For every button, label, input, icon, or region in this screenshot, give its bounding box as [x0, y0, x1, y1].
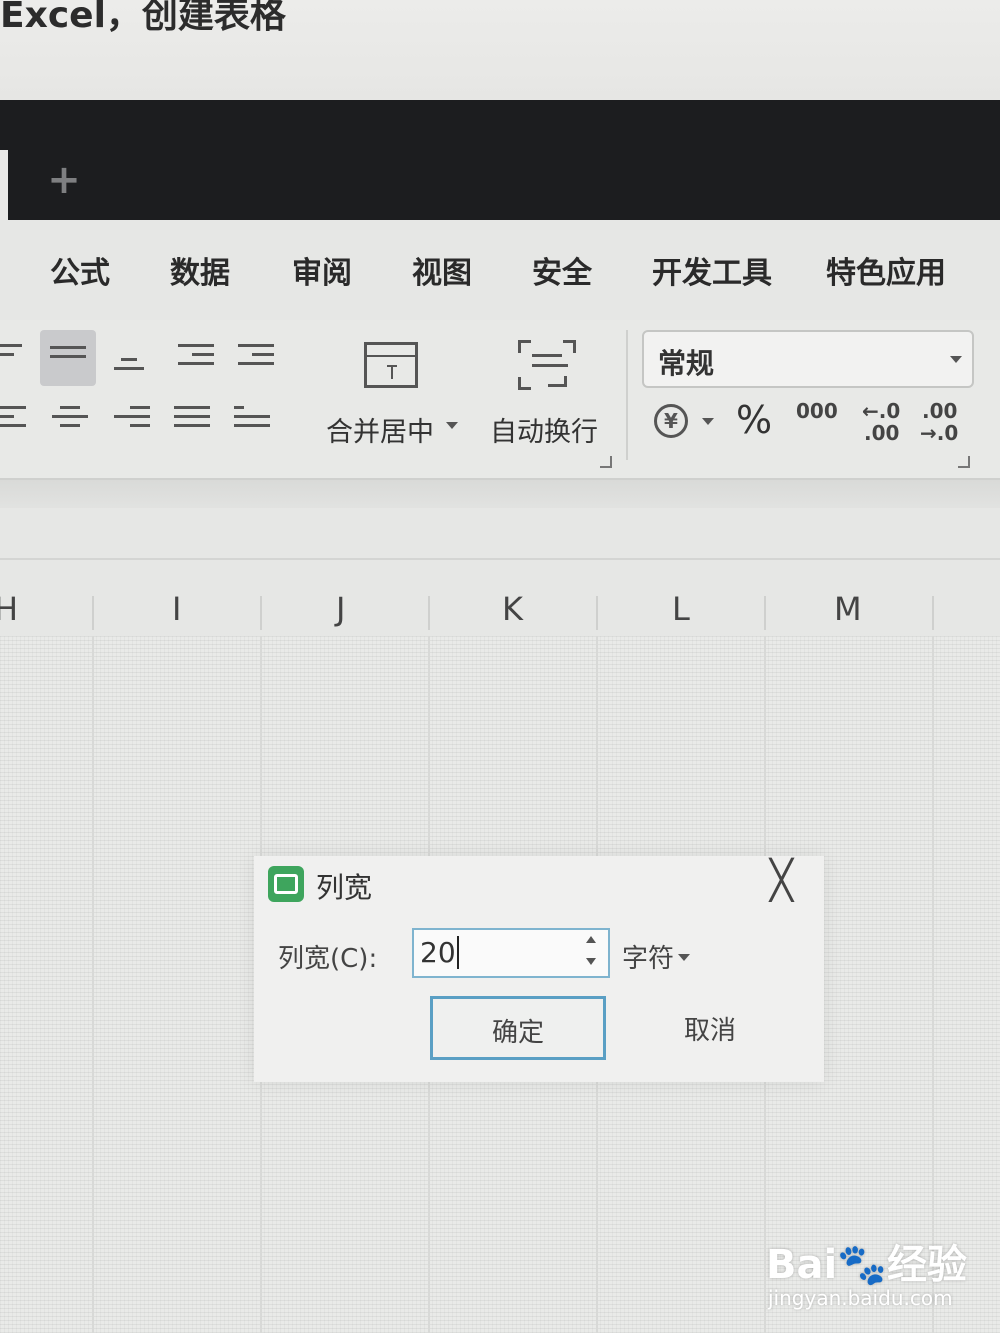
merge-center-icon[interactable] [364, 342, 418, 388]
column-separator[interactable] [260, 596, 262, 630]
tab-security[interactable]: 安全 [532, 248, 592, 292]
number-format-value: 常规 [658, 347, 715, 380]
page-caption: Excel，创建表格 [0, 0, 286, 36]
dialog-title: 列宽 [316, 871, 373, 904]
percent-style-icon[interactable]: % [736, 398, 772, 442]
caption-strip: Excel，创建表格 [0, 0, 1000, 100]
spin-down-icon[interactable] [586, 958, 596, 965]
alignment-dialog-launcher-icon[interactable] [600, 456, 612, 468]
merge-center-dropdown-icon[interactable] [446, 422, 458, 429]
grid-line [92, 636, 94, 1333]
align-center-icon[interactable] [52, 406, 88, 433]
align-right-icon[interactable] [114, 406, 150, 433]
wrap-text-icon[interactable] [518, 340, 576, 390]
unit-dropdown-icon [678, 954, 691, 961]
tab-data[interactable]: 数据 [170, 248, 230, 292]
align-middle-icon[interactable] [50, 346, 86, 364]
unit-select[interactable]: 字符 [622, 938, 691, 975]
increase-decimal-bottom[interactable]: .00 [864, 422, 899, 444]
column-header-h[interactable]: H [0, 590, 18, 628]
tab-special-apps[interactable]: 特色应用 [826, 248, 946, 292]
spreadsheet-app-icon [268, 866, 304, 902]
align-top-icon[interactable] [0, 344, 22, 362]
column-header-m[interactable]: M [834, 590, 862, 628]
column-width-value[interactable]: 20 [420, 936, 459, 969]
currency-format-icon[interactable]: ¥ [654, 404, 688, 438]
column-width-label: 列宽(C): [278, 944, 378, 974]
justify-icon[interactable] [174, 406, 210, 433]
column-separator[interactable] [932, 596, 934, 630]
grid-line [932, 636, 934, 1333]
tab-review[interactable]: 审阅 [292, 248, 352, 292]
increase-decimal-top[interactable]: ←.0 [862, 400, 900, 422]
tab-view[interactable]: 视图 [412, 248, 472, 292]
tab-developer[interactable]: 开发工具 [652, 248, 772, 292]
tab-formula[interactable]: 公式 [50, 248, 110, 292]
ribbon-group-divider [626, 330, 628, 460]
thousands-separator-icon[interactable]: 000 [796, 400, 838, 422]
merge-center-label[interactable]: 合并居中 [326, 410, 434, 449]
increase-indent-icon[interactable] [238, 344, 274, 371]
unit-label: 字符 [622, 944, 675, 974]
ribbon-bottom-edge [0, 478, 1000, 510]
cancel-button[interactable]: 取消 [684, 1010, 736, 1047]
column-header-i[interactable]: I [172, 590, 181, 628]
align-left-icon[interactable] [0, 406, 26, 433]
number-format-select[interactable]: 常规 [642, 330, 974, 388]
column-separator[interactable] [596, 596, 598, 630]
column-separator[interactable] [764, 596, 766, 630]
spin-up-icon[interactable] [586, 936, 596, 943]
active-tab-edge[interactable] [0, 150, 8, 220]
column-header-k[interactable]: K [502, 590, 523, 628]
column-separator[interactable] [92, 596, 94, 630]
decrease-indent-icon[interactable] [178, 344, 214, 371]
column-separator[interactable] [428, 596, 430, 630]
number-dialog-launcher-icon[interactable] [958, 456, 970, 468]
close-icon[interactable]: ╳ [770, 860, 793, 900]
wrap-text-label[interactable]: 自动换行 [490, 410, 598, 449]
decrease-decimal-top[interactable]: .00 [922, 400, 957, 422]
ok-button-label[interactable]: 确定 [492, 1012, 544, 1049]
align-bottom-icon[interactable] [114, 358, 144, 376]
distributed-align-icon[interactable] [234, 406, 270, 433]
document-tab-bar [0, 100, 1000, 220]
currency-dropdown-icon[interactable] [702, 418, 714, 425]
column-header-l[interactable]: L [672, 590, 690, 628]
decrease-decimal-bottom[interactable]: →.0 [920, 422, 958, 444]
column-header-j[interactable]: J [336, 590, 345, 628]
new-tab-button[interactable]: + [46, 160, 82, 200]
formula-bar[interactable] [0, 508, 1000, 560]
chevron-down-icon [950, 356, 962, 363]
